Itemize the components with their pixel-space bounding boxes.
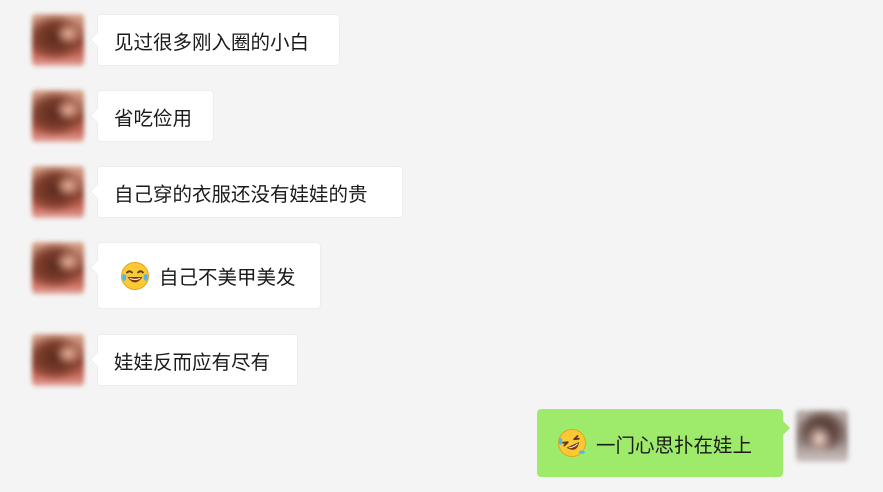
message-text: 自己不美甲美发 (159, 266, 296, 289)
rolling-laughing-emoji (557, 428, 587, 458)
message-text: 自己穿的衣服还没有娃娃的贵 (114, 182, 368, 206)
sender-avatar[interactable] (32, 166, 84, 218)
own-avatar[interactable] (796, 410, 848, 462)
message-text: 见过很多刚入圈的小白 (114, 30, 310, 54)
message-bubble-incoming[interactable]: 自己穿的衣服还没有娃娃的贵 (97, 166, 403, 218)
message-bubble-incoming[interactable]: 自己不美甲美发 (97, 242, 321, 309)
message-bubble-outgoing[interactable]: 一门心思扑在娃上 (537, 409, 783, 477)
sender-avatar[interactable] (32, 90, 84, 142)
sender-avatar[interactable] (32, 14, 84, 66)
message-text: 娃娃反而应有尽有 (114, 350, 271, 374)
sender-avatar[interactable] (32, 334, 84, 386)
message-bubble-incoming[interactable]: 见过很多刚入圈的小白 (97, 14, 340, 66)
sender-avatar[interactable] (32, 242, 84, 294)
message-bubble-incoming[interactable]: 娃娃反而应有尽有 (97, 334, 298, 386)
message-bubble-incoming[interactable]: 省吃俭用 (97, 90, 214, 142)
message-text: 省吃俭用 (114, 106, 193, 130)
message-text: 一门心思扑在娃上 (596, 433, 753, 457)
laughing-tears-emoji (120, 261, 150, 291)
